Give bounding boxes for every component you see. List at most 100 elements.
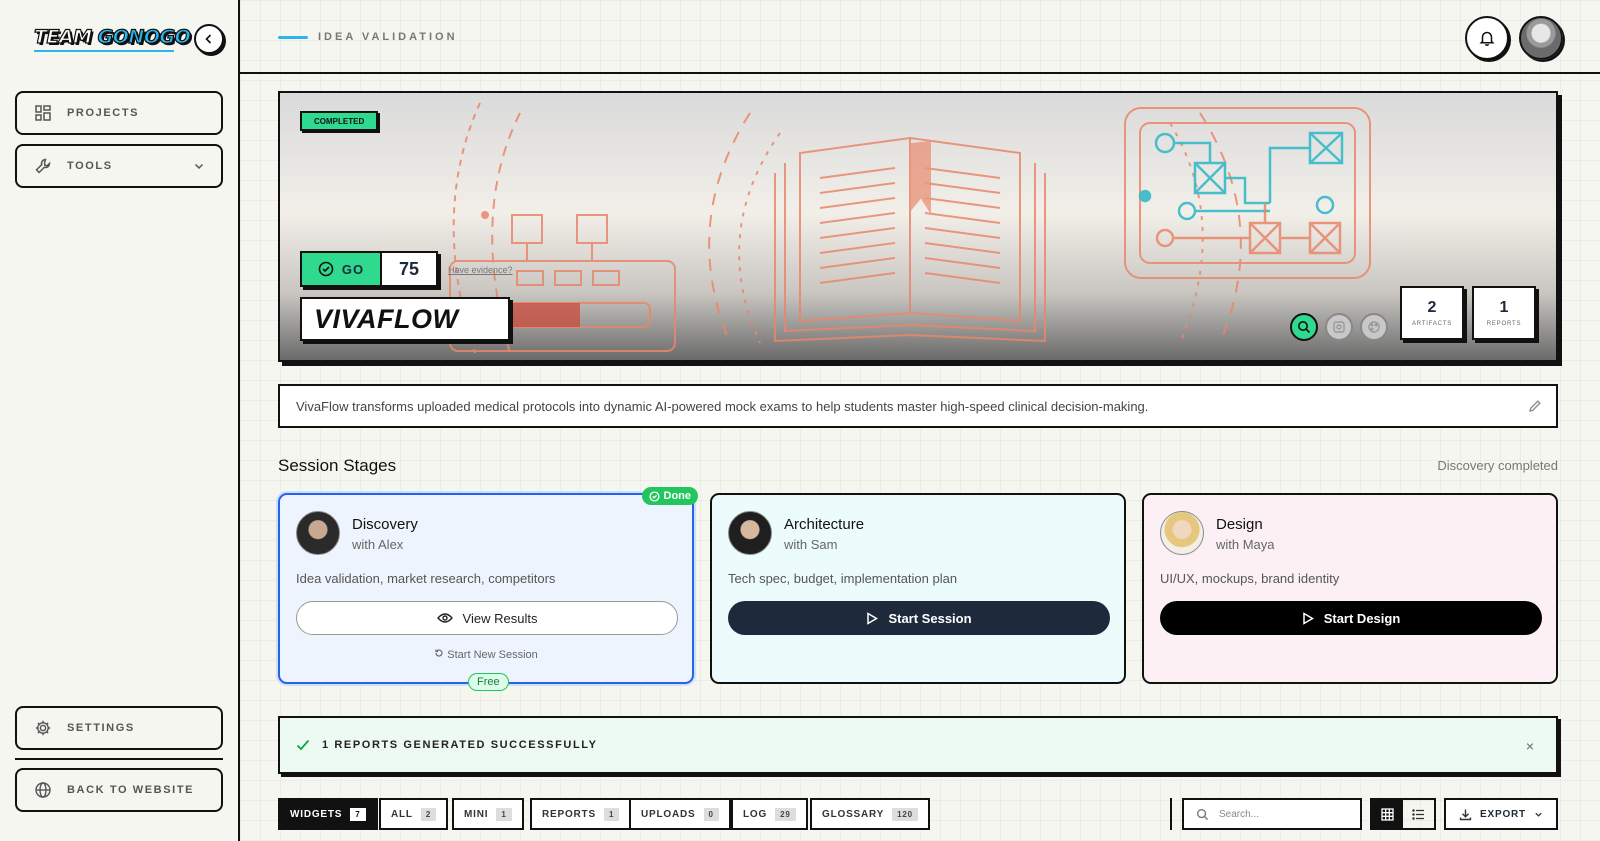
chevron-down-icon — [1535, 812, 1542, 817]
sidebar-item-settings[interactable]: SETTINGS — [15, 706, 223, 750]
stage-agent: with Maya — [1216, 537, 1275, 552]
export-button[interactable]: EXPORT — [1444, 798, 1558, 830]
project-description[interactable]: VivaFlow transforms uploaded medical pro… — [278, 384, 1558, 428]
sidebar-item-tools[interactable]: TOOLS — [15, 144, 223, 188]
tab-widgets[interactable]: WIDGETS 7 — [278, 798, 378, 830]
stage-card-design: Design with Maya UI/UX, mockups, brand i… — [1142, 493, 1558, 684]
top-bar: IDEA VALIDATION — [240, 0, 1600, 74]
view-results-button[interactable]: View Results — [296, 601, 678, 635]
sidebar-item-back-to-website[interactable]: BACK TO WEBSITE — [15, 768, 223, 812]
section-title: Session Stages — [278, 456, 397, 475]
tab-uploads[interactable]: UPLOADS 0 — [629, 798, 731, 830]
sidebar-item-projects[interactable]: PROJECTS — [15, 91, 223, 135]
artifacts-count: 2 — [1427, 299, 1437, 316]
start-session-button[interactable]: Start Session — [728, 601, 1110, 635]
verdict-label: GO — [341, 261, 365, 277]
search-icon — [1298, 321, 1311, 334]
tab-label: MINI — [464, 808, 489, 820]
globe-icon — [33, 780, 53, 800]
tab-reports[interactable]: REPORTS 1 — [530, 798, 632, 830]
verdict-score: GO 75 — [300, 251, 438, 287]
verdict-badge: GO — [302, 253, 382, 285]
free-badge: Free — [468, 673, 509, 691]
project-hero: COMPLETED GO 75 Have evidence? VIVAFLOW … — [278, 91, 1558, 362]
tab-label: REPORTS — [542, 808, 596, 820]
list-view-button[interactable] — [1403, 800, 1434, 828]
tab-count: 1 — [496, 807, 512, 821]
palette-filter-button[interactable] — [1360, 313, 1388, 341]
bell-icon — [1479, 31, 1495, 46]
button-label: Start Design — [1323, 610, 1401, 626]
stage-description: Idea validation, market research, compet… — [296, 571, 556, 586]
stage-name: Design — [1216, 516, 1263, 533]
collapse-sidebar-button[interactable] — [194, 24, 224, 54]
breadcrumb: IDEA VALIDATION — [318, 31, 458, 43]
search-input[interactable]: Search... — [1182, 798, 1362, 830]
view-toggle — [1370, 798, 1436, 830]
chevron-down-icon — [194, 163, 204, 170]
check-circle-icon — [318, 261, 334, 277]
button-label: View Results — [462, 610, 538, 626]
tab-label: ALL — [391, 808, 413, 820]
grid-icon — [33, 103, 53, 123]
tab-mini[interactable]: MINI 1 — [452, 798, 524, 830]
start-design-button[interactable]: Start Design — [1160, 601, 1542, 635]
search-filter-button[interactable] — [1290, 313, 1318, 341]
grid-icon — [1381, 807, 1394, 821]
play-icon — [1302, 611, 1314, 625]
done-badge: Done — [641, 487, 698, 505]
list-icon — [1412, 808, 1424, 820]
stage-name: Architecture — [784, 516, 865, 533]
tab-label: LOG — [743, 808, 768, 820]
tab-all[interactable]: ALL 2 — [379, 798, 449, 830]
check-icon — [296, 739, 310, 751]
stage-card-discovery: Done Discovery with Alex Idea validation… — [278, 487, 698, 691]
stage-agent: with Alex — [352, 537, 404, 552]
check-circle-icon — [648, 490, 660, 502]
tab-count: 1 — [603, 807, 620, 821]
evidence-link[interactable]: Have evidence? — [448, 265, 513, 275]
sidebar-item-label: TOOLS — [67, 160, 113, 172]
gear-icon — [33, 718, 53, 738]
user-avatar[interactable] — [1519, 16, 1563, 60]
search-placeholder: Search... — [1219, 808, 1260, 820]
close-icon[interactable]: × — [1526, 738, 1534, 754]
play-icon — [867, 611, 879, 625]
tab-label: GLOSSARY — [822, 808, 885, 820]
toolbar-divider — [1170, 798, 1172, 830]
avatar — [1160, 511, 1204, 555]
stage-card-architecture: Architecture with Sam Tech spec, budget,… — [710, 493, 1126, 684]
tab-log[interactable]: LOG 29 — [731, 798, 808, 830]
grid-view-button[interactable] — [1372, 800, 1403, 828]
tab-label: UPLOADS — [641, 808, 696, 820]
avatar — [296, 511, 340, 555]
eye-icon — [436, 613, 453, 623]
artifacts-label: ARTIFACTS — [1411, 321, 1453, 327]
button-label: Start Session — [888, 610, 972, 626]
start-new-session-link[interactable]: Start New Session — [280, 648, 692, 661]
image-filter-button[interactable] — [1325, 313, 1353, 341]
reports-label: REPORTS — [1486, 321, 1522, 327]
tab-count: 7 — [350, 807, 366, 821]
reports-stat[interactable]: 1 REPORTS — [1472, 286, 1536, 340]
search-icon — [1196, 808, 1209, 820]
sidebar-divider — [15, 758, 223, 760]
palette-icon — [1368, 321, 1380, 333]
sidebar-item-label: PROJECTS — [67, 107, 140, 119]
export-label: EXPORT — [1480, 808, 1526, 820]
success-message: 1 REPORTS GENERATED SUCCESSFULLY — [322, 739, 598, 751]
wrench-icon — [33, 156, 53, 176]
logo[interactable]: TEAM GONOGO — [33, 25, 191, 48]
tab-count: 0 — [703, 807, 719, 821]
logo-underline — [34, 50, 174, 52]
sidebar: TEAM GONOGO PROJECTS TOOLS SETTINGS BACK… — [0, 0, 240, 841]
tab-count: 120 — [892, 807, 918, 821]
chevron-left-icon — [205, 34, 212, 44]
tab-glossary[interactable]: GLOSSARY 120 — [810, 798, 930, 830]
pencil-icon[interactable] — [1528, 399, 1542, 413]
notifications-button[interactable] — [1465, 16, 1509, 60]
artifacts-stat[interactable]: 2 ARTIFACTS — [1400, 286, 1464, 340]
stage-description: Tech spec, budget, implementation plan — [728, 571, 958, 586]
tab-count: 2 — [420, 807, 437, 821]
section-status: Discovery completed — [1437, 458, 1558, 473]
